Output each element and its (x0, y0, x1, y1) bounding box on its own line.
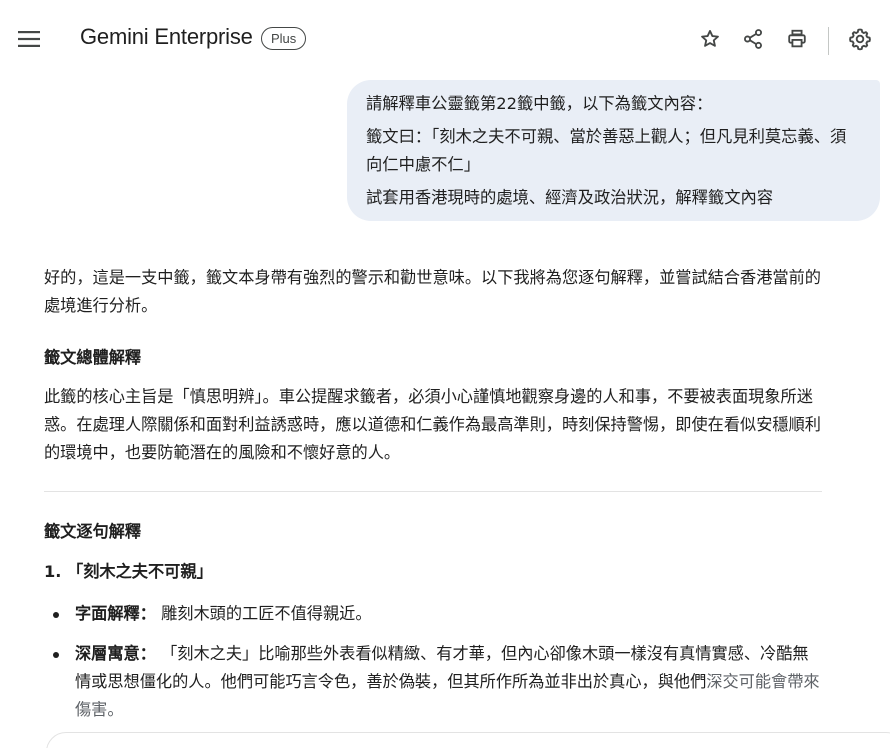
section-heading-line-by-line: 籤文逐句解釋 (44, 522, 142, 541)
bullet-label: 深層寓意： (75, 644, 156, 663)
plan-badge: Plus (261, 27, 307, 50)
user-message-line: 籤文曰：「刻木之夫不可親、當於善惡上觀人；但凡見利莫忘義、須向仁中慮不仁」 (366, 127, 847, 174)
hamburger-menu-icon[interactable] (14, 24, 44, 54)
list-item: 字面解釋： 雕刻木頭的工匠不值得親近。 (44, 600, 824, 628)
user-message-line: 試套用香港現時的處境、經濟及政治狀況，解釋籤文內容 (366, 188, 774, 207)
top-app-bar: Gemini Enterprise Plus (0, 0, 890, 78)
overall-explanation: 此籤的核心主旨是「慎思明辨」。車公提醒求籤者，必須小心謹慎地觀察身邊的人和事，不… (44, 387, 821, 462)
user-message-line: 請解釋車公靈籤第22籤中籤，以下為籤文內容： (366, 94, 713, 113)
item-bullet-list: 字面解釋： 雕刻木頭的工匠不值得親近。 深層寓意： 「刻木之夫」比喻那些外表看似… (44, 600, 834, 724)
prompt-input-box[interactable] (46, 732, 890, 748)
toolbar-divider (828, 27, 829, 55)
response-intro: 好的，這是一支中籤，籤文本身帶有強烈的警示和勸世意味。以下我將為您逐句解釋，並嘗… (44, 268, 821, 315)
list-item: 深層寓意： 「刻木之夫」比喻那些外表看似精緻、有才華，但內心卻像木頭一樣沒有真情… (44, 640, 824, 724)
settings-gear-icon[interactable] (847, 26, 873, 52)
print-icon[interactable] (784, 26, 810, 52)
star-icon[interactable] (697, 26, 723, 52)
bullet-text: 雕刻木頭的工匠不值得親近。 (161, 604, 372, 623)
section-heading-overall: 籤文總體解釋 (44, 348, 142, 367)
bullet-text: 「刻木之夫」比喻那些外表看似精緻、有才華，但內心卻像木頭一樣沒有真情實感、冷酷無… (75, 644, 809, 691)
section-divider (44, 491, 822, 492)
bullet-label: 字面解釋： (75, 604, 156, 623)
item-heading: 1. 「刻木之夫不可親」 (44, 562, 213, 581)
app-title: Gemini Enterprise (80, 24, 253, 49)
model-response: 好的，這是一支中籤，籤文本身帶有強烈的警示和勸世意味。以下我將為您逐句解釋，並嘗… (44, 264, 834, 719)
user-message-bubble: 請解釋車公靈籤第22籤中籤，以下為籤文內容： 籤文曰：「刻木之夫不可親、當於善惡… (347, 80, 880, 221)
share-icon[interactable] (740, 26, 766, 52)
